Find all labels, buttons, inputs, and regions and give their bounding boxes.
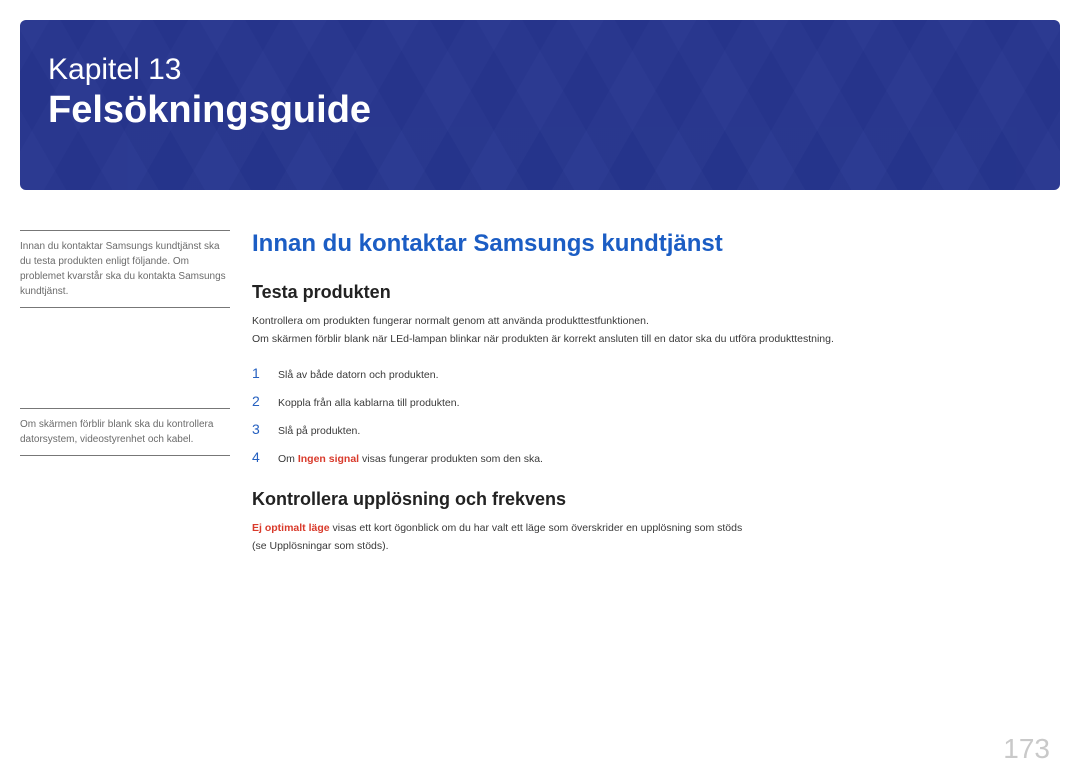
step-number: 4 (252, 449, 278, 465)
step-text: Slå på produkten. (278, 425, 360, 437)
emphasis-red: Ingen signal (298, 453, 359, 465)
text-suffix: visas fungerar produkten som den ska. (359, 453, 543, 465)
section-heading: Innan du kontaktar Samsungs kundtjänst (252, 230, 1060, 258)
side-note-1: Innan du kontaktar Samsungs kundtjänst s… (20, 230, 230, 308)
paragraph: (se Upplösningar som stöds). (252, 538, 1060, 556)
page-content: Innan du kontaktar Samsungs kundtjänst s… (0, 190, 1080, 555)
chapter-banner: Kapitel 13 Felsökningsguide (20, 20, 1060, 190)
paragraph: Kontrollera om produkten fungerar normal… (252, 313, 1060, 331)
sidebar: Innan du kontaktar Samsungs kundtjänst s… (20, 230, 230, 555)
step-number: 1 (252, 365, 278, 381)
text-prefix: Om (278, 453, 298, 465)
step-number: 2 (252, 393, 278, 409)
step-number: 3 (252, 421, 278, 437)
subsection-heading-2: Kontrollera upplösning och frekvens (252, 489, 1060, 510)
step-text: Slå av både datorn och produkten. (278, 369, 439, 381)
paragraph: Ej optimalt läge visas ett kort ögonblic… (252, 520, 1060, 538)
step-text: Om Ingen signal visas fungerar produkten… (278, 453, 543, 465)
main-column: Innan du kontaktar Samsungs kundtjänst T… (230, 230, 1060, 555)
chapter-number: Kapitel 13 (48, 52, 1032, 88)
side-note-2: Om skärmen förblir blank ska du kontroll… (20, 408, 230, 456)
step-text: Koppla från alla kablarna till produkten… (278, 397, 460, 409)
steps-list: 1 Slå av både datorn och produkten. 2 Ko… (252, 359, 1060, 471)
step-item: 3 Slå på produkten. (252, 415, 1060, 443)
text-rest: visas ett kort ögonblick om du har valt … (330, 522, 743, 534)
page-number: 173 (1003, 733, 1050, 765)
step-item: 2 Koppla från alla kablarna till produkt… (252, 387, 1060, 415)
chapter-title: Felsökningsguide (48, 88, 1032, 134)
paragraph: Om skärmen förblir blank när LEd-lampan … (252, 331, 1060, 349)
step-item: 4 Om Ingen signal visas fungerar produkt… (252, 443, 1060, 471)
emphasis-red: Ej optimalt läge (252, 522, 330, 534)
subsection-heading-1: Testa produkten (252, 282, 1060, 303)
step-item: 1 Slå av både datorn och produkten. (252, 359, 1060, 387)
